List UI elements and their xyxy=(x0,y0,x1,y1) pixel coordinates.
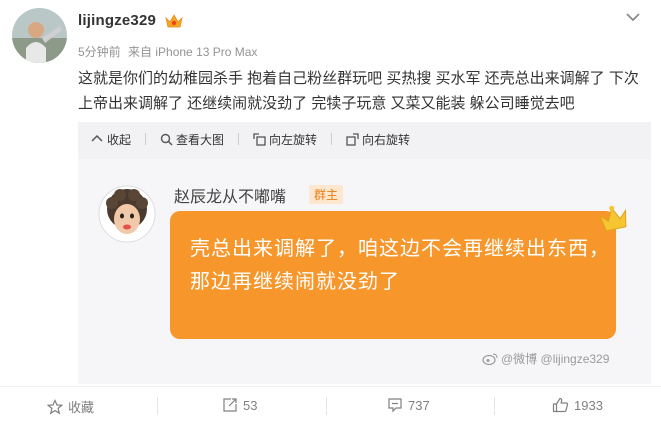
post-source: 来自 iPhone 13 Pro Max xyxy=(128,45,258,59)
thumbs-up-icon xyxy=(552,397,569,413)
post-time[interactable]: 5分钟前 xyxy=(78,45,121,59)
post-action-bar: 收藏 53 737 1933 xyxy=(0,386,661,424)
user-avatar[interactable] xyxy=(12,8,67,63)
weibo-post: lijingze329 5分钟前 来自 iPhone 13 Pro Max 这就… xyxy=(0,0,661,424)
toolbar-divider xyxy=(331,133,333,145)
repost-icon xyxy=(223,398,237,412)
crown-icon xyxy=(598,205,627,232)
rotate-left-label: 向左旋转 xyxy=(269,132,318,147)
favorite-button[interactable]: 收藏 xyxy=(47,397,94,416)
comment-count: 737 xyxy=(408,397,430,413)
post-meta: 5分钟前 来自 iPhone 13 Pro Max xyxy=(78,43,261,60)
username[interactable]: lijingze329 xyxy=(78,12,156,29)
weibo-logo-icon xyxy=(482,353,498,365)
media-box: 收起 查看大图 向左旋转 向右旋转 赵辰龙从不嘟嘴 群主 壳总出来调解了，咱这边… xyxy=(78,122,651,384)
like-button[interactable]: 1933 xyxy=(552,397,603,413)
chevron-down-icon[interactable] xyxy=(624,10,642,24)
rotate-right-button[interactable]: 向右旋转 xyxy=(346,131,410,148)
chat-message-bubble: 壳总出来调解了，咱这边不会再继续出东西，那边再继续闹就没劲了 xyxy=(170,211,616,339)
footer-divider xyxy=(494,397,495,415)
repost-button[interactable]: 53 xyxy=(222,397,257,413)
toolbar-divider xyxy=(238,133,240,145)
collapse-label: 收起 xyxy=(107,132,132,147)
post-image[interactable]: 赵辰龙从不嘟嘴 群主 壳总出来调解了，咱这边不会再继续出东西，那边再继续闹就没劲… xyxy=(78,159,651,384)
image-watermark: @微博 @lijingze329 xyxy=(482,350,609,367)
like-count: 1933 xyxy=(574,397,603,413)
footer-divider xyxy=(326,397,327,415)
toolbar-divider xyxy=(145,133,147,145)
repost-count: 53 xyxy=(243,397,258,413)
view-large-label: 查看大图 xyxy=(176,132,225,147)
footer-divider xyxy=(157,397,158,415)
star-icon xyxy=(47,398,63,414)
chat-sender-name: 赵辰龙从不嘟嘴 xyxy=(174,189,287,206)
collapse-button[interactable]: 收起 xyxy=(90,131,131,148)
comment-button[interactable]: 737 xyxy=(387,397,430,413)
vip-crown-icon xyxy=(165,14,183,28)
favorite-label: 收藏 xyxy=(68,400,95,415)
rotate-left-icon xyxy=(253,132,266,146)
comment-icon xyxy=(388,398,402,413)
view-large-button[interactable]: 查看大图 xyxy=(160,131,224,148)
group-owner-badge: 群主 xyxy=(309,185,344,204)
chat-avatar xyxy=(98,185,156,243)
post-text: 这就是你们的幼稚园杀手 抱着自己粉丝群玩吧 买热搜 买水军 还壳总出来调解了 下… xyxy=(78,70,639,112)
rotate-right-icon xyxy=(346,132,359,146)
rotate-right-label: 向右旋转 xyxy=(362,132,411,147)
watermark-text: @微博 @lijingze329 xyxy=(501,352,610,366)
media-toolbar: 收起 查看大图 向左旋转 向右旋转 xyxy=(78,122,651,156)
rotate-left-button[interactable]: 向左旋转 xyxy=(253,131,317,148)
magnifier-icon xyxy=(160,133,173,146)
collapse-icon xyxy=(91,134,103,142)
